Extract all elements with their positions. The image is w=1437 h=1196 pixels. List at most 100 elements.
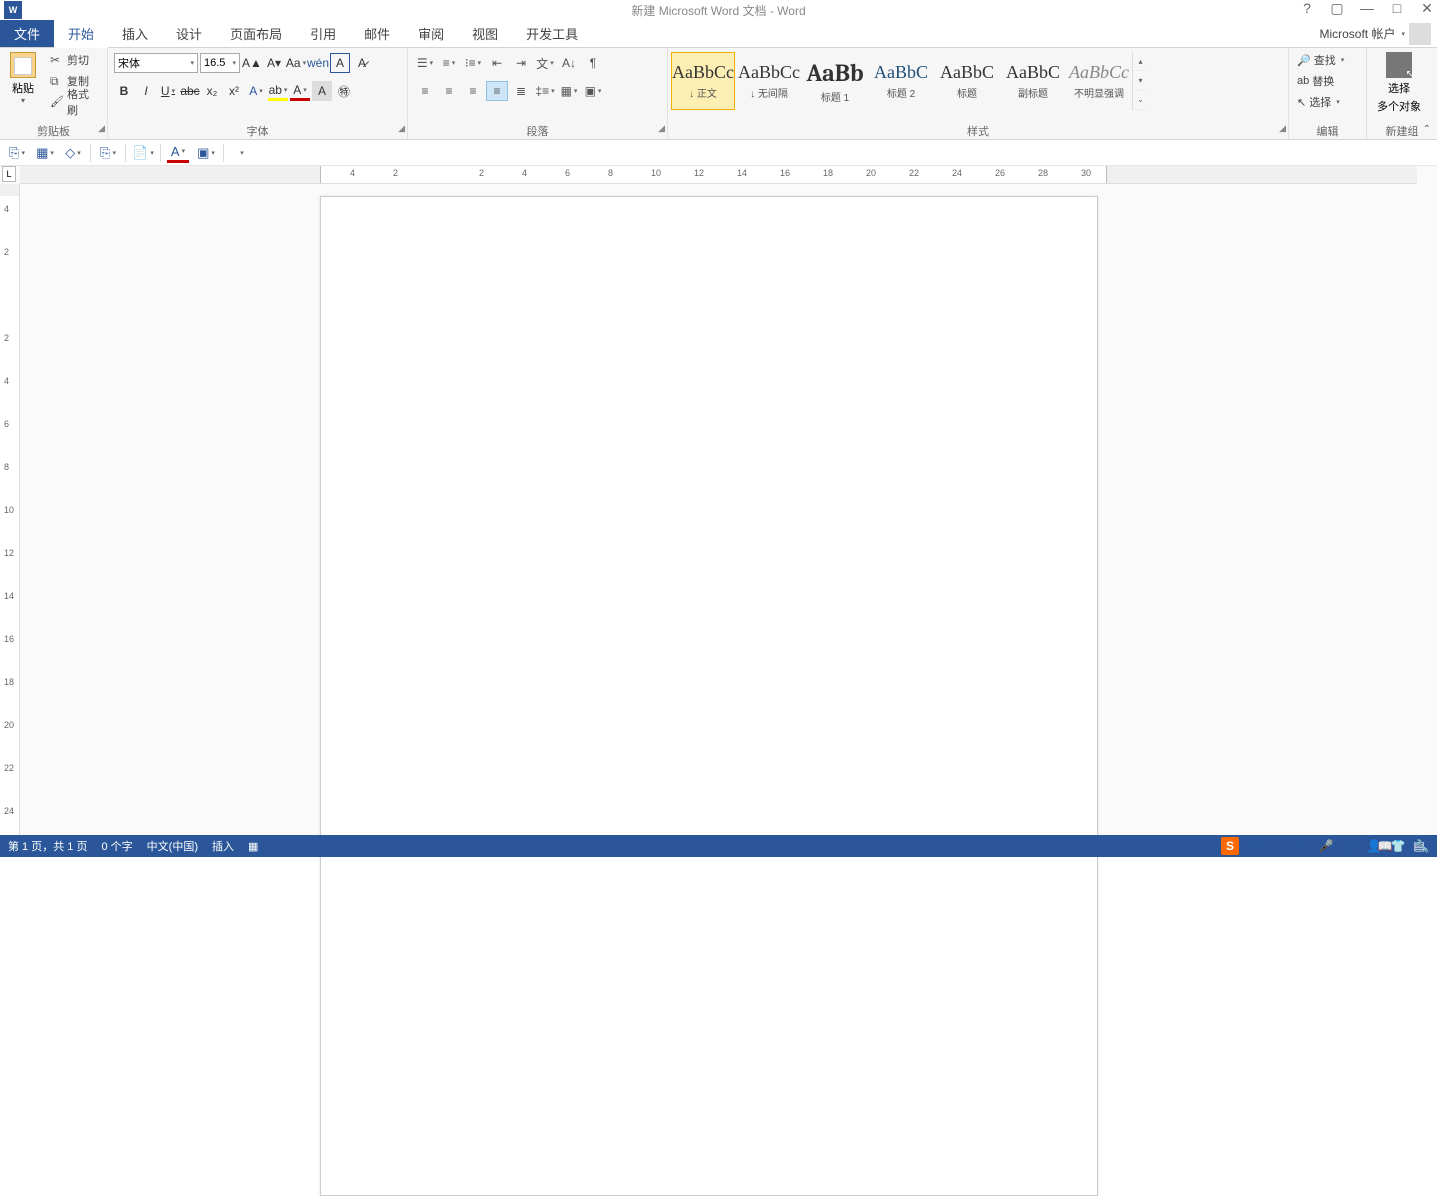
tab-home[interactable]: 开始 — [54, 20, 108, 47]
styles-launcher-icon[interactable]: ◢ — [1279, 123, 1286, 134]
style-heading2[interactable]: AaBbC标题 2 — [869, 52, 933, 110]
style-heading1[interactable]: AaBb标题 1 — [803, 52, 867, 110]
styles-scroll-up-icon[interactable]: ▴ — [1133, 52, 1148, 71]
show-marks-button[interactable]: ¶ — [582, 53, 604, 73]
underline-button[interactable]: U▾ — [158, 81, 178, 101]
tab-review[interactable]: 审阅 — [404, 20, 458, 47]
clear-format-button[interactable]: A̷ — [352, 53, 372, 73]
multilevel-button[interactable]: ⁝≡▾ — [462, 53, 484, 73]
ime-mic-icon[interactable]: 🎤 — [1317, 837, 1335, 855]
status-insert-mode[interactable]: 插入 — [212, 838, 234, 854]
tab-file[interactable]: 文件 — [0, 20, 54, 47]
ime-user-icon[interactable]: 👤 — [1365, 837, 1383, 855]
style-title[interactable]: AaBbC标题 — [935, 52, 999, 110]
qat-btn-1[interactable]: ⎘▾ — [6, 143, 28, 163]
align-right-button[interactable]: ≡ — [462, 81, 484, 101]
justify-button[interactable]: ≡ — [486, 81, 508, 101]
ime-tool-icon[interactable]: 🔧 — [1413, 837, 1431, 855]
text-effects-button[interactable]: A▾ — [246, 81, 266, 101]
paste-button[interactable]: 粘贴 ▾ — [4, 50, 42, 107]
tab-insert[interactable]: 插入 — [108, 20, 162, 47]
line-spacing-button[interactable]: ‡≡▾ — [534, 81, 556, 101]
tab-stop-selector[interactable]: L — [2, 166, 16, 182]
phonetic-guide-button[interactable]: wén — [308, 53, 328, 73]
minimize-icon[interactable]: — — [1359, 0, 1375, 16]
paste-icon — [10, 52, 36, 78]
shading-button[interactable]: ▦▾ — [558, 81, 580, 101]
qat-border-button[interactable]: ▣▾ — [195, 143, 217, 163]
ime-keyboard-icon[interactable]: ⌨ — [1341, 837, 1359, 855]
subscript-button[interactable]: x₂ — [202, 81, 222, 101]
strikethrough-button[interactable]: abc — [180, 81, 200, 101]
status-macro-icon[interactable]: ▦ — [248, 840, 258, 853]
superscript-button[interactable]: x² — [224, 81, 244, 101]
ime-punct-icon[interactable]: •, — [1269, 837, 1287, 855]
vertical-ruler[interactable]: 4224681012141618202224 — [0, 184, 20, 835]
format-painter-button[interactable]: 格式刷 — [46, 92, 103, 112]
font-launcher-icon[interactable]: ◢ — [398, 123, 405, 134]
qat-more-button[interactable]: ▾ — [230, 143, 252, 163]
style-normal[interactable]: AaBbCc↓ 正文 — [671, 52, 735, 110]
distribute-button[interactable]: ≣ — [510, 81, 532, 101]
ime-lang-icon[interactable]: 中 — [1245, 837, 1263, 855]
ime-emoji-icon[interactable]: ☺ — [1293, 837, 1311, 855]
qat-table-button[interactable]: ▦▾ — [34, 143, 56, 163]
help-icon[interactable]: ? — [1299, 0, 1315, 16]
qat-btn-4[interactable]: ⎘▾ — [97, 143, 119, 163]
tab-mailings[interactable]: 邮件 — [350, 20, 404, 47]
ime-skin-icon[interactable]: 👕 — [1389, 837, 1407, 855]
styles-scroll-down-icon[interactable]: ▾ — [1133, 71, 1148, 90]
font-size-combo[interactable]: 16.5▾ — [200, 53, 240, 73]
style-subtitle[interactable]: AaBbC副标题 — [1001, 52, 1065, 110]
char-border-button[interactable]: A — [330, 53, 350, 73]
account-menu[interactable]: Microsoft 帐户 ▾ — [1313, 20, 1437, 47]
asian-layout-button[interactable]: 文▾ — [534, 53, 556, 73]
sort-button[interactable]: A↓ — [558, 53, 580, 73]
tab-design[interactable]: 设计 — [162, 20, 216, 47]
ribbon-display-icon[interactable]: ▢ — [1329, 0, 1345, 16]
maximize-icon[interactable]: □ — [1389, 0, 1405, 16]
paragraph-launcher-icon[interactable]: ◢ — [658, 123, 665, 134]
align-center-button[interactable]: ≡ — [438, 81, 460, 101]
tab-developer[interactable]: 开发工具 — [512, 20, 592, 47]
qat-page-button[interactable]: 📄▾ — [132, 143, 154, 163]
close-icon[interactable]: ✕ — [1419, 0, 1435, 16]
qat-shape-button[interactable]: ◇▾ — [62, 143, 84, 163]
styles-expand-icon[interactable]: ⌄ — [1133, 91, 1148, 110]
tab-view[interactable]: 视图 — [458, 20, 512, 47]
status-word-count[interactable]: 0 个字 — [101, 838, 132, 854]
find-button[interactable]: 🔎查找▾ — [1293, 50, 1348, 70]
page-canvas[interactable] — [320, 196, 1098, 1196]
font-name-combo[interactable]: 宋体▾ — [114, 53, 198, 73]
shrink-font-button[interactable]: A▾ — [264, 53, 284, 73]
align-left-button[interactable]: ≡ — [414, 81, 436, 101]
status-page[interactable]: 第 1 页，共 1 页 — [8, 838, 87, 854]
highlight-color-button[interactable]: ab▾ — [268, 81, 288, 101]
style-no-spacing[interactable]: AaBbCc↓ 无间隔 — [737, 52, 801, 110]
bold-button[interactable]: B — [114, 81, 134, 101]
qat-fontcolor-button[interactable]: A▾ — [167, 143, 189, 163]
clipboard-launcher-icon[interactable]: ◢ — [98, 123, 105, 134]
font-color-button[interactable]: A▾ — [290, 81, 310, 101]
status-language[interactable]: 中文(中国) — [147, 838, 198, 854]
numbering-button[interactable]: ≡▾ — [438, 53, 460, 73]
tab-references[interactable]: 引用 — [296, 20, 350, 47]
collapse-ribbon-icon[interactable]: ⌃ — [1423, 124, 1431, 135]
grow-font-button[interactable]: A▲ — [242, 53, 262, 73]
borders-button[interactable]: ▣▾ — [582, 81, 604, 101]
char-shading-button[interactable]: A — [312, 81, 332, 101]
change-case-button[interactable]: Aa▾ — [286, 53, 306, 73]
sogou-ime-icon[interactable]: S — [1221, 837, 1239, 855]
decrease-indent-button[interactable]: ⇤ — [486, 53, 508, 73]
italic-button[interactable]: I — [136, 81, 156, 101]
enclose-char-button[interactable]: ㊕ — [334, 81, 354, 101]
tab-layout[interactable]: 页面布局 — [216, 20, 296, 47]
style-subtle-emph[interactable]: AaBbCc不明显强调 — [1067, 52, 1131, 110]
horizontal-ruler[interactable]: 4224681012141618202224262830 — [20, 166, 1417, 184]
cut-button[interactable]: 剪切 — [46, 50, 103, 70]
bullets-button[interactable]: ☰▾ — [414, 53, 436, 73]
replace-button[interactable]: ab替换 — [1293, 71, 1348, 91]
increase-indent-button[interactable]: ⇥ — [510, 53, 532, 73]
select-multiple-objects-button[interactable]: ↖ 选择 多个对象 — [1371, 50, 1427, 116]
select-button[interactable]: ↖选择▾ — [1293, 92, 1348, 112]
